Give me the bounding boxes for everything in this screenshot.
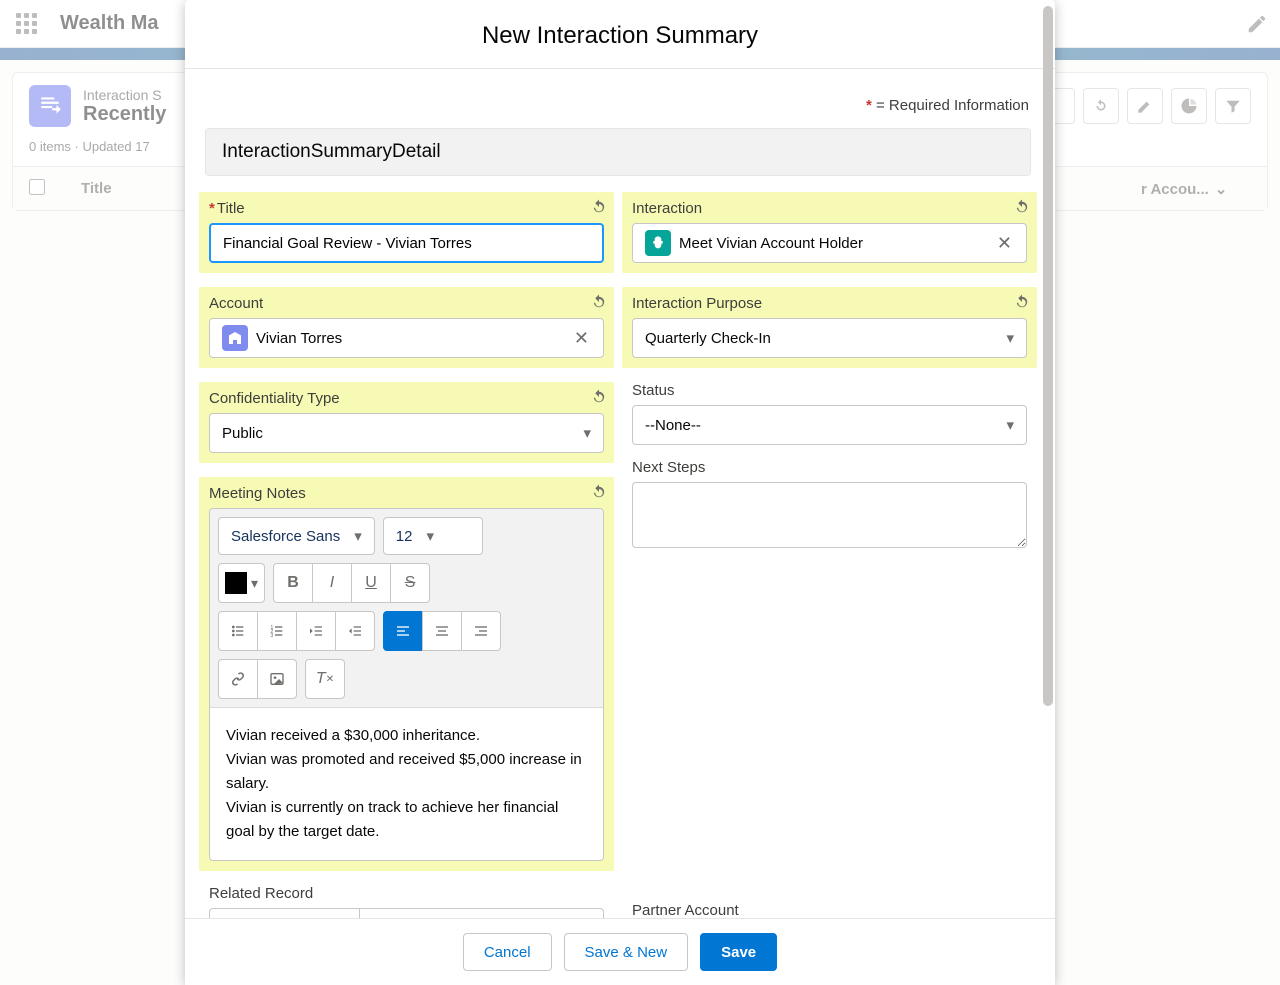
underline-button[interactable]: U bbox=[351, 563, 391, 603]
font-family-select[interactable]: Salesforce Sans▾ bbox=[218, 517, 375, 555]
title-label: *Title bbox=[209, 200, 604, 217]
related-record-type-select[interactable]: Case ▾ bbox=[209, 908, 359, 918]
meeting-notes-content[interactable]: Vivian received a $30,000 inheritance. V… bbox=[210, 708, 603, 860]
confidentiality-select[interactable]: Public ▾ bbox=[209, 413, 604, 453]
text-color-picker[interactable]: ▾ bbox=[218, 563, 265, 603]
italic-button[interactable]: I bbox=[312, 563, 352, 603]
clear-formatting-button[interactable]: T✕ bbox=[305, 659, 345, 699]
svg-text:3: 3 bbox=[270, 633, 273, 639]
interaction-purpose-select[interactable]: Quarterly Check-In ▾ bbox=[632, 318, 1027, 358]
meeting-notes-editor[interactable]: Salesforce Sans▾ 12▾ ▾ B I U S bbox=[209, 508, 604, 861]
related-record-search[interactable] bbox=[359, 908, 604, 918]
undo-icon[interactable] bbox=[1013, 293, 1031, 311]
align-center-button[interactable] bbox=[422, 611, 462, 651]
align-left-button[interactable] bbox=[383, 611, 423, 651]
clear-interaction-icon[interactable]: ✕ bbox=[995, 233, 1014, 254]
image-button[interactable] bbox=[257, 659, 297, 699]
account-icon bbox=[222, 325, 248, 351]
status-select[interactable]: --None-- ▾ bbox=[632, 405, 1027, 445]
interaction-lookup[interactable]: Meet Vivian Account Holder ✕ bbox=[632, 223, 1027, 263]
title-input[interactable] bbox=[209, 223, 604, 263]
interaction-icon bbox=[645, 230, 671, 256]
outdent-button[interactable] bbox=[296, 611, 336, 651]
chevron-down-icon: ▾ bbox=[1006, 329, 1014, 347]
account-lookup[interactable]: Vivian Torres ✕ bbox=[209, 318, 604, 358]
account-label: Account bbox=[209, 295, 604, 312]
interaction-purpose-label: Interaction Purpose bbox=[632, 295, 1027, 312]
required-info-legend: * = Required Information bbox=[197, 69, 1039, 128]
clear-account-icon[interactable]: ✕ bbox=[572, 328, 591, 349]
chevron-down-icon: ▾ bbox=[1006, 416, 1014, 434]
account-pill-label: Vivian Torres bbox=[256, 330, 572, 347]
indent-button[interactable] bbox=[335, 611, 375, 651]
modal-title: New Interaction Summary bbox=[185, 0, 1055, 69]
bullet-list-button[interactable] bbox=[218, 611, 258, 651]
undo-icon[interactable] bbox=[1013, 198, 1031, 216]
section-header: InteractionSummaryDetail bbox=[205, 128, 1031, 176]
scrollbar[interactable] bbox=[1043, 6, 1053, 706]
new-interaction-summary-modal: New Interaction Summary * = Required Inf… bbox=[185, 0, 1055, 985]
undo-icon[interactable] bbox=[590, 293, 608, 311]
undo-icon[interactable] bbox=[590, 198, 608, 216]
font-size-select[interactable]: 12▾ bbox=[383, 517, 483, 555]
next-steps-label: Next Steps bbox=[632, 459, 1027, 476]
undo-icon[interactable] bbox=[590, 388, 608, 406]
bold-button[interactable]: B bbox=[273, 563, 313, 603]
interaction-label: Interaction bbox=[632, 200, 1027, 217]
strikethrough-button[interactable]: S bbox=[390, 563, 430, 603]
align-right-button[interactable] bbox=[461, 611, 501, 651]
confidentiality-label: Confidentiality Type bbox=[209, 390, 604, 407]
interaction-pill-label: Meet Vivian Account Holder bbox=[679, 235, 995, 252]
meeting-notes-label: Meeting Notes bbox=[209, 485, 604, 502]
partner-account-label: Partner Account bbox=[632, 902, 1027, 918]
save-and-new-button[interactable]: Save & New bbox=[564, 933, 689, 971]
cancel-button[interactable]: Cancel bbox=[463, 933, 552, 971]
chevron-down-icon: ▾ bbox=[583, 424, 591, 442]
link-button[interactable] bbox=[218, 659, 258, 699]
numbered-list-button[interactable]: 123 bbox=[257, 611, 297, 651]
undo-icon[interactable] bbox=[590, 483, 608, 501]
status-label: Status bbox=[632, 382, 1027, 399]
next-steps-textarea[interactable] bbox=[632, 482, 1027, 548]
save-button[interactable]: Save bbox=[700, 933, 777, 971]
related-record-label: Related Record bbox=[209, 885, 604, 902]
